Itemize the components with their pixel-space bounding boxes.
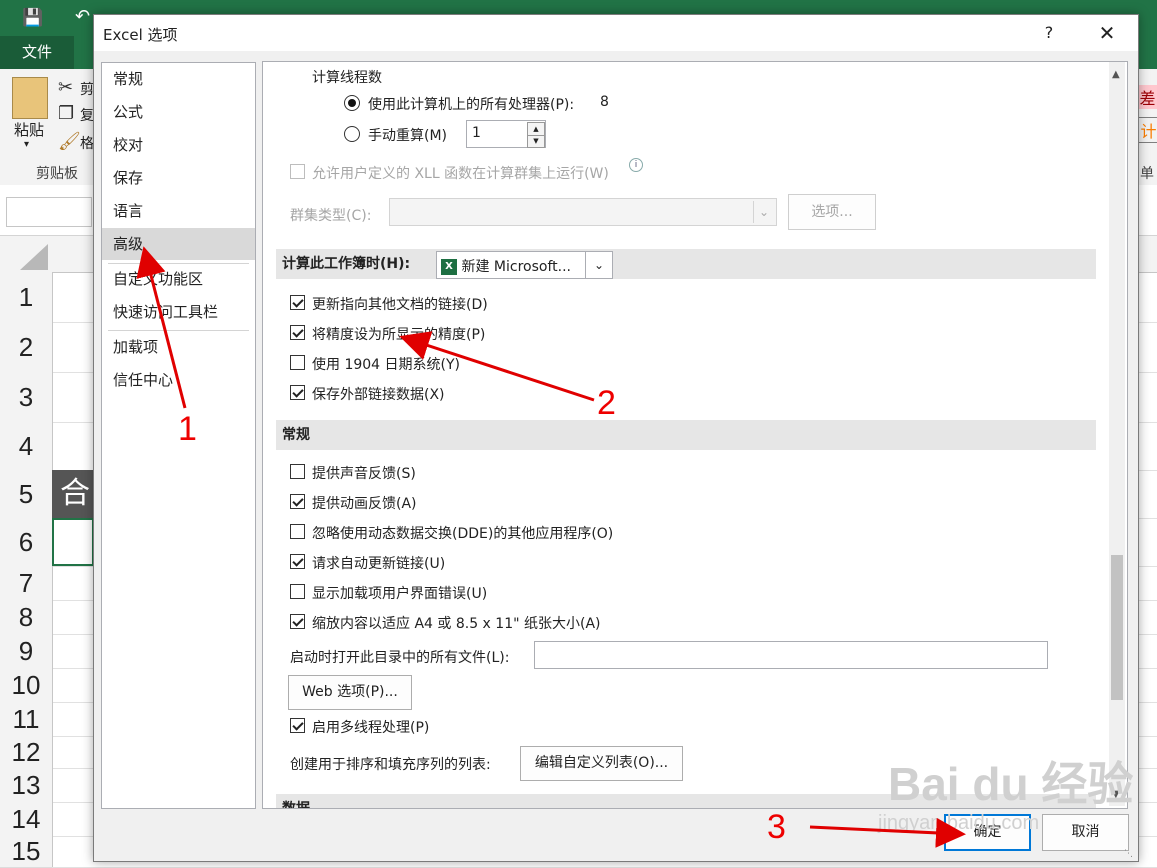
annotation-arrows [136,246,966,848]
annotation-2: 2 [597,384,616,422]
arrow-to-advanced [136,246,187,409]
arrow-to-ok [809,817,966,848]
arrow-to-precision [399,331,595,402]
annotation-1: 1 [178,410,197,448]
annotation-3: 3 [767,808,786,846]
